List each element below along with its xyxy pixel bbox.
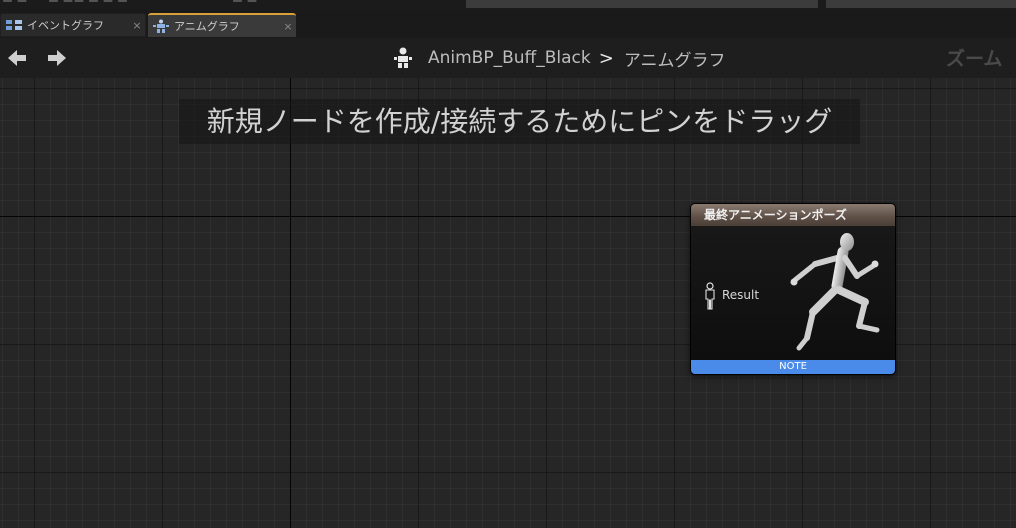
tab-bar: イベントグラフ × アニムグラフ × bbox=[0, 10, 1016, 39]
anim-blueprint-icon bbox=[394, 47, 412, 68]
running-mannequin-icon bbox=[790, 233, 880, 351]
breadcrumb: AnimBP_Buff_Black > アニムグラフ bbox=[392, 46, 726, 71]
close-icon[interactable]: × bbox=[280, 20, 296, 33]
drag-pin-hint: 新規ノードを作成/接続するためにピンをドラッグ bbox=[179, 99, 860, 144]
tab-label: アニムグラフ bbox=[174, 20, 240, 33]
breadcrumb-separator: > bbox=[598, 47, 614, 69]
blueprint-name-link[interactable]: AnimBP_Buff_Black bbox=[428, 48, 591, 68]
grid-origin-vertical bbox=[290, 78, 291, 528]
anim-graph-icon bbox=[153, 19, 169, 33]
close-icon[interactable]: × bbox=[129, 19, 145, 32]
node-note-bar[interactable]: NOTE bbox=[691, 360, 895, 374]
back-arrow-icon[interactable] bbox=[6, 48, 28, 68]
zoom-label: ズーム bbox=[946, 48, 1003, 70]
graph-header: AnimBP_Buff_Black > アニムグラフ ズーム bbox=[0, 38, 1016, 78]
menu-fragment[interactable]: ー ー bbox=[232, 0, 258, 9]
event-graph-icon bbox=[6, 20, 22, 30]
tab-label: イベントグラフ bbox=[27, 19, 104, 32]
toolbar-field[interactable] bbox=[466, 0, 818, 8]
pose-pin-icon[interactable] bbox=[703, 282, 717, 310]
node-title: 最終アニメーションポーズ bbox=[691, 204, 895, 226]
menu-fragment[interactable]: ー ーー ー ー ー bbox=[48, 0, 128, 9]
tab-anim-graph[interactable]: アニムグラフ × bbox=[148, 13, 296, 37]
output-pose-node[interactable]: 最終アニメーションポーズ Result NOTE bbox=[690, 203, 896, 375]
toolbar-field[interactable] bbox=[826, 0, 1016, 8]
menu-fragment[interactable]: ー ー bbox=[2, 0, 28, 9]
forward-arrow-icon[interactable] bbox=[46, 48, 68, 68]
tab-event-graph[interactable]: イベントグラフ × bbox=[0, 13, 146, 37]
graph-name: アニムグラフ bbox=[623, 50, 726, 71]
pin-label: Result bbox=[722, 288, 760, 302]
menu-bar: ー ー ー ーー ー ー ー ー ー bbox=[0, 0, 1016, 10]
node-body: Result bbox=[691, 226, 895, 360]
